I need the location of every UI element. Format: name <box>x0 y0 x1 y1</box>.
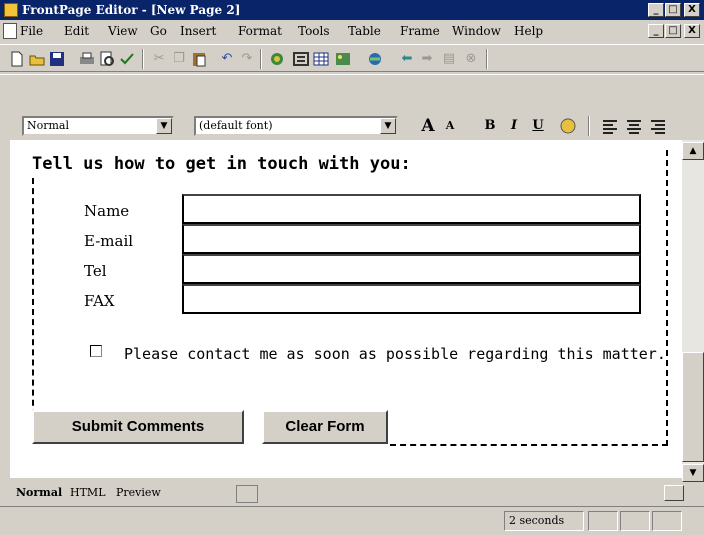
forward-icon[interactable]: ➡ <box>418 50 436 68</box>
decrease-text-size-button[interactable]: A <box>440 116 460 136</box>
format-toolbar: Normal ▼ (default font) ▼ A A B I U <box>0 74 704 140</box>
tel-field[interactable] <box>182 254 641 284</box>
toolbar-separator <box>486 49 488 69</box>
font-value: (default font) <box>199 119 273 132</box>
window-title: FrontPage Editor - [New Page 2] <box>22 3 241 17</box>
toolbar-separator <box>260 49 262 69</box>
menu-table[interactable]: Table <box>348 20 381 42</box>
form-boundary-left <box>32 178 34 436</box>
form-boundary-right <box>666 150 668 446</box>
print-icon[interactable] <box>78 50 96 68</box>
standard-toolbar: ✂ ❐ ↶ ↷ ⬅ ➡ ▤ ⊗ <box>0 44 704 72</box>
text-color-icon[interactable] <box>558 116 578 136</box>
menu-insert[interactable]: Insert <box>180 20 216 42</box>
spelling-icon[interactable] <box>118 50 136 68</box>
form-heading: Tell us how to get in touch with you: <box>32 154 411 174</box>
underline-button[interactable]: U <box>528 116 548 136</box>
form-field-icon[interactable] <box>292 50 310 68</box>
menu-tools[interactable]: Tools <box>298 20 330 42</box>
tab-html[interactable]: HTML <box>70 485 106 501</box>
menu-view[interactable]: View <box>108 20 138 42</box>
status-message <box>4 511 502 531</box>
vertical-scrollbar[interactable]: ▲ ▼ <box>682 140 704 482</box>
cut-icon[interactable]: ✂ <box>150 50 168 68</box>
copy-icon[interactable]: ❐ <box>170 50 188 68</box>
refresh-icon[interactable]: ▤ <box>440 50 458 68</box>
toolbar-separator <box>142 49 144 69</box>
chevron-down-icon[interactable]: ▼ <box>156 118 172 134</box>
menu-frame[interactable]: Frame <box>400 20 440 42</box>
form-boundary-bottom <box>390 444 668 446</box>
status-bar: 2 seconds <box>0 506 704 535</box>
document-icon[interactable] <box>3 23 17 39</box>
maximize-button[interactable]: □ <box>665 3 681 17</box>
align-center-icon[interactable] <box>624 116 644 136</box>
clear-form-button[interactable]: Clear Form <box>262 410 388 444</box>
email-label: E-mail <box>84 232 134 250</box>
download-time: 2 seconds <box>504 511 584 531</box>
style-value: Normal <box>27 119 70 132</box>
open-icon[interactable] <box>28 50 46 68</box>
scroll-down-icon[interactable]: ▼ <box>682 464 704 482</box>
table-icon[interactable] <box>312 50 330 68</box>
undo-icon[interactable]: ↶ <box>218 50 236 68</box>
webbot-icon[interactable] <box>268 50 286 68</box>
menu-edit[interactable]: Edit <box>64 20 89 42</box>
new-icon[interactable] <box>8 50 26 68</box>
chevron-down-icon[interactable]: ▼ <box>380 118 396 134</box>
stop-icon[interactable]: ⊗ <box>462 50 480 68</box>
doc-close-button[interactable]: X <box>684 24 700 38</box>
italic-button[interactable]: I <box>504 116 524 136</box>
minimize-button[interactable]: _ <box>648 3 664 17</box>
menu-go[interactable]: Go <box>150 20 167 42</box>
name-label: Name <box>84 202 130 220</box>
tel-label: Tel <box>84 262 107 280</box>
frontpage-app-icon[interactable] <box>4 3 18 17</box>
horizontal-scroll-button[interactable] <box>664 485 684 501</box>
tab-normal[interactable]: Normal <box>16 485 62 501</box>
paste-icon[interactable] <box>190 50 208 68</box>
submit-comments-button[interactable]: Submit Comments <box>32 410 244 444</box>
fax-label: FAX <box>84 292 115 310</box>
email-field[interactable] <box>182 224 641 254</box>
bold-button[interactable]: B <box>480 116 500 136</box>
image-icon[interactable] <box>334 50 352 68</box>
tab-scroll-button[interactable] <box>236 485 258 503</box>
menu-help[interactable]: Help <box>514 20 543 42</box>
font-dropdown[interactable]: (default font) ▼ <box>194 116 398 136</box>
align-left-icon[interactable] <box>600 116 620 136</box>
close-button[interactable]: X <box>684 3 700 17</box>
view-tabs: Normal HTML Preview <box>0 482 704 504</box>
redo-icon[interactable]: ↷ <box>238 50 256 68</box>
title-bar: FrontPage Editor - [New Page 2] _ □ X <box>0 0 704 20</box>
hyperlink-icon[interactable] <box>366 50 384 68</box>
fax-field[interactable] <box>182 284 641 314</box>
page-editor[interactable]: Tell us how to get in touch with you: Na… <box>10 140 682 478</box>
back-icon[interactable]: ⬅ <box>398 50 416 68</box>
status-cell-2 <box>620 511 650 531</box>
scroll-up-icon[interactable]: ▲ <box>682 142 704 160</box>
contact-checkbox-label: Please contact me as soon as possible re… <box>124 345 666 363</box>
save-icon[interactable] <box>48 50 66 68</box>
menu-file[interactable]: File <box>20 20 43 42</box>
menu-format[interactable]: Format <box>238 20 282 42</box>
align-right-icon[interactable] <box>648 116 668 136</box>
doc-restore-button[interactable]: □ <box>665 24 681 38</box>
name-field[interactable] <box>182 194 641 224</box>
menu-window[interactable]: Window <box>452 20 501 42</box>
increase-text-size-button[interactable]: A <box>418 116 438 136</box>
scrollbar-thumb[interactable] <box>682 352 704 462</box>
tab-preview[interactable]: Preview <box>116 485 161 501</box>
doc-minimize-button[interactable]: _ <box>648 24 664 38</box>
print-preview-icon[interactable] <box>98 50 116 68</box>
menu-bar: File Edit View Go Insert Format Tools Ta… <box>0 20 704 42</box>
status-cell-1 <box>588 511 618 531</box>
style-dropdown[interactable]: Normal ▼ <box>22 116 174 136</box>
status-cell-3 <box>652 511 682 531</box>
toolbar-separator <box>588 116 590 136</box>
